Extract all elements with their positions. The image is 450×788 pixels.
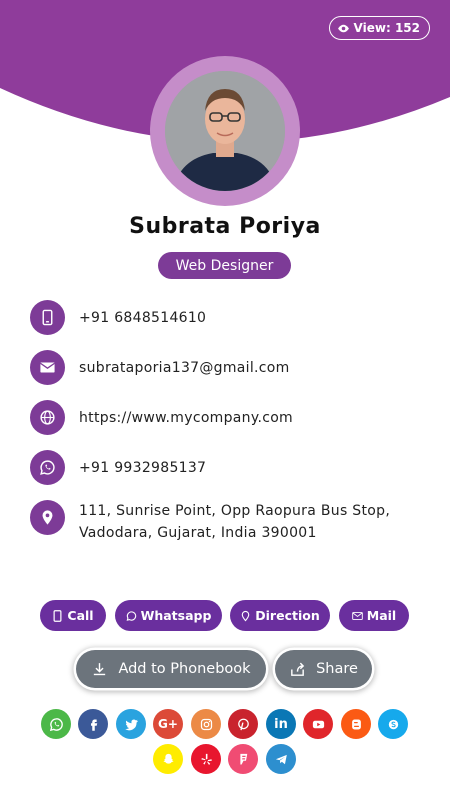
facebook-icon[interactable] — [78, 709, 108, 739]
snapchat-icon[interactable] — [153, 744, 183, 774]
linkedin-glyph: in — [274, 716, 288, 732]
share-button[interactable]: Share — [275, 650, 372, 688]
profile-name: Subrata Poriya — [129, 214, 321, 239]
yelp-icon[interactable] — [191, 744, 221, 774]
whatsapp-button[interactable]: Whatsapp — [115, 600, 222, 631]
download-icon — [94, 662, 106, 675]
contact-website-row[interactable]: https://www.mycompany.com — [30, 400, 293, 435]
envelope-icon — [30, 350, 65, 385]
contact-phone-text: +91 6848514610 — [79, 309, 207, 326]
location-pin-icon — [242, 610, 250, 621]
contact-whatsapp-row[interactable]: +91 9932985137 — [30, 450, 206, 485]
google-plus-glyph: G+ — [158, 717, 178, 731]
envelope-icon — [351, 611, 363, 620]
whatsapp-social-icon[interactable] — [41, 709, 71, 739]
instagram-icon[interactable] — [191, 709, 221, 739]
blogger-icon[interactable] — [341, 709, 371, 739]
foursquare-icon[interactable] — [228, 744, 258, 774]
contact-address-row[interactable]: 111, Sunrise Point, Opp Raopura Bus Stop… — [30, 500, 419, 544]
contact-email-row[interactable]: subrataporia137@gmail.com — [30, 350, 290, 385]
globe-icon — [30, 400, 65, 435]
youtube-icon[interactable] — [303, 709, 333, 739]
eye-icon — [337, 24, 349, 32]
google-plus-icon[interactable]: G+ — [153, 709, 183, 739]
profile-title-badge: Web Designer — [158, 252, 291, 279]
share-icon — [291, 662, 305, 676]
add-to-phonebook-label: Add to Phonebook — [118, 661, 251, 677]
call-button[interactable]: Call — [40, 600, 106, 631]
linkedin-icon[interactable]: in — [266, 709, 296, 739]
pinterest-icon[interactable] — [228, 709, 258, 739]
whatsapp-icon — [126, 610, 136, 621]
call-button-label: Call — [67, 608, 94, 623]
mobile-icon — [30, 300, 65, 335]
mobile-icon — [53, 609, 62, 622]
add-to-phonebook-button[interactable]: Add to Phonebook — [76, 650, 266, 688]
avatar — [165, 71, 285, 191]
contact-address-text: 111, Sunrise Point, Opp Raopura Bus Stop… — [79, 503, 391, 541]
location-pin-icon — [30, 500, 65, 535]
contact-website-text: https://www.mycompany.com — [79, 409, 293, 426]
contact-email-text: subrataporia137@gmail.com — [79, 359, 290, 376]
mail-button-label: Mail — [366, 608, 397, 623]
skype-icon[interactable] — [378, 709, 408, 739]
view-count-label: View: 152 — [353, 21, 420, 35]
direction-button-label: Direction — [255, 608, 320, 623]
contact-phone-row[interactable]: +91 6848514610 — [30, 300, 206, 335]
twitter-icon[interactable] — [116, 709, 146, 739]
telegram-icon[interactable] — [266, 744, 296, 774]
direction-button[interactable]: Direction — [230, 600, 330, 631]
share-label: Share — [316, 661, 358, 677]
contact-whatsapp-text: +91 9932985137 — [79, 459, 207, 476]
view-count-badge: View: 152 — [328, 16, 430, 40]
whatsapp-button-label: Whatsapp — [140, 608, 212, 623]
mail-button[interactable]: Mail — [339, 600, 409, 631]
whatsapp-icon — [30, 450, 65, 485]
